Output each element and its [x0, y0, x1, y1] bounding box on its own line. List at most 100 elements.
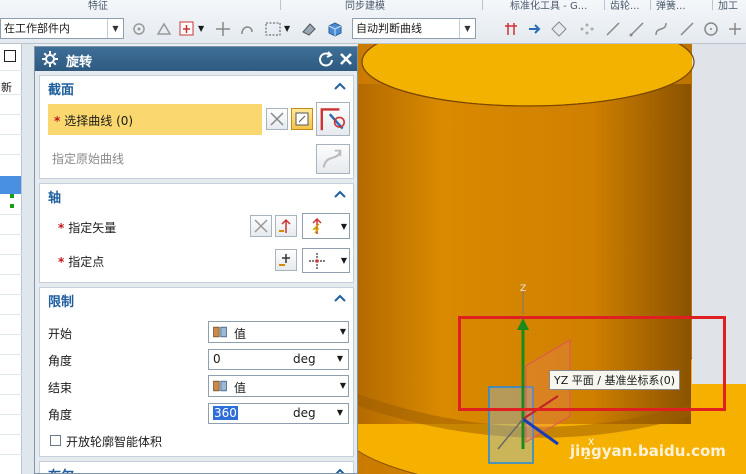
section-profile: 截面 * 选择曲线 (0) 指定原始曲线 [39, 75, 354, 179]
end-mode-dropdown[interactable]: 值 ▼ [208, 375, 349, 397]
collapse-icon[interactable] [333, 187, 347, 201]
select-curve-row[interactable]: * 选择曲线 (0) [40, 102, 353, 136]
circle-icon[interactable] [702, 20, 720, 38]
selection-tooltip: YZ 平面 / 基准坐标系(0) [549, 370, 681, 390]
arc-icon[interactable] [652, 20, 670, 38]
point-dialog-button[interactable] [275, 249, 297, 271]
dialog-titlebar[interactable]: 旋转 [35, 47, 357, 71]
chevron-down-icon: ▼ [340, 256, 347, 265]
end-label: 结束 [48, 381, 73, 395]
axis-z-label: Z [520, 284, 527, 294]
origin-curve-label: 指定原始曲线 [52, 152, 125, 166]
navigator-column-header: 新 [1, 81, 12, 94]
vector-dialog-button[interactable] [275, 215, 297, 237]
end-angle-field[interactable]: 360 deg ▼ [208, 403, 349, 424]
part-navigator-strip: 新 [0, 44, 22, 474]
solid-body-icon[interactable] [326, 20, 344, 38]
watermark: jingyan.baidu.com [570, 442, 726, 460]
specify-point-label: * 指定点 [58, 255, 105, 269]
specify-vector-row[interactable]: * 指定矢量 ▼ [40, 213, 353, 240]
end-angle-label: 角度 [48, 408, 73, 422]
sketch-section-large-button[interactable] [316, 102, 350, 136]
curve-rule-combo[interactable]: 自动判断曲线 ▼ [352, 18, 476, 39]
window-restore-icon[interactable] [4, 50, 16, 62]
value-mode-icon [213, 380, 227, 392]
open-profile-row[interactable]: 开放轮廓智能体积 [40, 428, 353, 454]
eraser-icon[interactable] [300, 20, 318, 38]
status-dot [10, 194, 14, 198]
chevron-down-icon[interactable]: ▼ [284, 20, 294, 38]
chevron-down-icon[interactable]: ▼ [337, 354, 343, 363]
graphics-viewport[interactable]: YZ 平面 / 基准坐标系(0) Z Z X jingyan.baidu.com [358, 44, 746, 474]
ribbon-group-standard-tools[interactable]: 标准化工具 - G... [510, 0, 587, 12]
collapse-icon[interactable] [333, 291, 347, 305]
open-profile-checkbox[interactable] [50, 435, 61, 446]
end-angle-unit: deg [293, 406, 316, 420]
ribbon-toolbar: 特征 同步建模 标准化工具 - G... 齿轮... 弹簧... 加工 在工作部… [0, 0, 746, 44]
ribbon-group-features[interactable]: 特征 [88, 0, 108, 12]
rotate-handle-icon[interactable] [238, 20, 256, 38]
start-row: 开始 值 ▼ [40, 320, 353, 346]
sketch-section-button[interactable] [291, 108, 313, 130]
select-curve-label: * 选择曲线 (0) [54, 114, 134, 128]
end-angle-value: 360 [213, 406, 238, 420]
arrow-right-icon[interactable] [526, 20, 544, 38]
section-profile-header[interactable]: 截面 [40, 76, 353, 98]
ribbon-group-spring[interactable]: 弹簧... [656, 0, 686, 12]
start-angle-field[interactable]: 0 deg ▼ [208, 349, 349, 370]
section-boolean: 布尔 [39, 461, 354, 474]
selection-filter-combo[interactable]: 在工作部件内 ▼ [0, 18, 124, 39]
section-axis-header[interactable]: 轴 [40, 184, 353, 206]
start-label: 开始 [48, 327, 73, 341]
section-axis: 轴 * 指定矢量 ▼ * 指定点 ▼ [39, 183, 354, 283]
chevron-down-icon: ▼ [107, 19, 123, 38]
chevron-down-icon[interactable]: ▼ [337, 408, 343, 417]
ribbon-group-gear[interactable]: 齿轮... [610, 0, 640, 12]
close-icon[interactable] [337, 50, 355, 68]
origin-curve-button[interactable] [316, 144, 350, 174]
line-icon[interactable] [604, 20, 622, 38]
ribbon-group-row: 特征 同步建模 标准化工具 - G... 齿轮... 弹簧... 加工 [0, 0, 746, 12]
revolve-dialog: 旋转 截面 * 选择曲线 (0) 指定原始曲线 轴 * 指定矢量 ▼ * 指定点… [34, 46, 358, 474]
chevron-down-icon: ▼ [459, 19, 475, 38]
parallel-lines-icon[interactable] [502, 20, 520, 38]
chevron-down-icon[interactable]: ▼ [198, 20, 208, 38]
section-limits-title: 限制 [48, 295, 75, 310]
ribbon-group-sync-modeling[interactable]: 同步建模 [345, 0, 385, 12]
section-boolean-title: 布尔 [48, 465, 74, 473]
move-handle-icon[interactable] [214, 20, 232, 38]
curve-rule-button[interactable] [266, 108, 288, 130]
chevron-down-icon: ▼ [339, 381, 346, 390]
plus-icon[interactable] [726, 20, 744, 38]
specify-point-row[interactable]: * 指定点 ▼ [40, 248, 353, 274]
point-type-dropdown[interactable]: ▼ [302, 248, 350, 273]
start-mode-dropdown[interactable]: 值 ▼ [208, 321, 349, 343]
origin-curve-row[interactable]: 指定原始曲线 [40, 144, 353, 178]
chevron-down-icon: ▼ [340, 222, 347, 231]
gear-icon[interactable] [41, 50, 59, 68]
diamond-icon[interactable] [550, 20, 568, 38]
box-select-icon[interactable] [264, 20, 282, 38]
spline-icon[interactable] [678, 20, 696, 38]
chevron-down-icon: ▼ [339, 327, 346, 336]
reset-icon[interactable] [317, 50, 335, 68]
highlight-box [458, 316, 726, 411]
navigator-selected-row[interactable] [0, 176, 21, 194]
start-angle-value: 0 [213, 352, 221, 366]
select-filter-icon[interactable] [178, 20, 196, 38]
vector-type-dropdown[interactable]: ▼ [302, 213, 350, 239]
point-set-icon[interactable] [578, 20, 596, 38]
collapse-icon[interactable] [333, 79, 347, 93]
navigator-splitter[interactable] [22, 44, 34, 474]
snap-icon[interactable] [130, 20, 148, 38]
start-angle-row: 角度 0 deg ▼ [40, 347, 353, 373]
polyline-icon[interactable] [628, 20, 646, 38]
select-feature-icon[interactable] [155, 20, 173, 38]
reverse-direction-button[interactable] [250, 215, 272, 237]
end-angle-row: 角度 360 deg ▼ [40, 401, 353, 427]
section-limits-header[interactable]: 限制 [40, 288, 353, 310]
collapse-icon[interactable] [333, 465, 347, 474]
ribbon-group-machining[interactable]: 加工 [718, 0, 738, 12]
section-axis-title: 轴 [48, 191, 62, 206]
section-boolean-header[interactable]: 布尔 [40, 462, 353, 474]
